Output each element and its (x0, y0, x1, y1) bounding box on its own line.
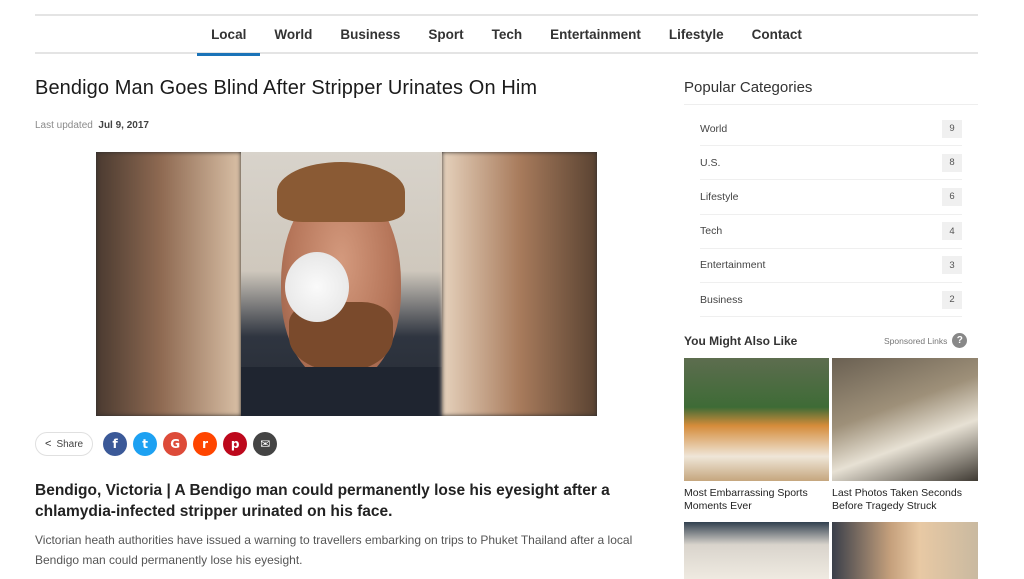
category-count: 2 (942, 290, 962, 309)
email-icon[interactable]: ✉ (253, 432, 278, 456)
photo-eye-patch (285, 252, 349, 322)
category-count: 4 (942, 222, 962, 241)
hero-blur-left (96, 152, 241, 416)
nav-item-business[interactable]: Business (326, 16, 414, 54)
article-body: Victorian heath authorities have issued … (35, 533, 633, 567)
category-label: Lifestyle (700, 190, 739, 203)
twitter-icon[interactable]: t (133, 432, 158, 456)
facebook-icon[interactable]: f (103, 432, 128, 456)
article-title: Bendigo Man Goes Blind After Stripper Ur… (35, 77, 538, 99)
category-label: World (700, 122, 728, 135)
recommend-thumb-4[interactable] (832, 522, 978, 579)
nav-item-contact[interactable]: Contact (738, 16, 816, 54)
pinterest-icon[interactable]: p (223, 432, 248, 456)
reddit-icon[interactable]: r (193, 432, 218, 456)
hero-blur-right (442, 152, 597, 416)
category-label: Entertainment (700, 259, 766, 272)
recommend-thumb-3[interactable] (684, 522, 829, 579)
share-icon: < (45, 438, 52, 450)
category-count: 6 (942, 187, 962, 206)
nav-item-world[interactable]: World (260, 16, 326, 54)
recommend-thumb-2[interactable] (832, 358, 978, 481)
category-item[interactable]: Entertainment 3 (700, 249, 962, 283)
category-item[interactable]: U.S. 8 (700, 146, 962, 181)
sponsored-label: Sponsored Links (884, 335, 948, 346)
main-nav: Local World Business Sport Tech Entertainment… (35, 16, 978, 56)
category-count: 9 (942, 119, 962, 138)
recommend-thumb-1[interactable] (684, 358, 829, 481)
last-updated-label: Last updated (35, 120, 93, 131)
category-label: U.S. (700, 156, 721, 169)
article-hero-image (96, 152, 597, 416)
article-meta: Last updated Jul 9, 2017 (35, 120, 149, 131)
share-bar: < Share f t Gr p ✉ (35, 432, 278, 456)
category-label: Tech (700, 225, 723, 238)
nav-item-sport[interactable]: Sport (414, 16, 477, 54)
nav-item-lifestyle[interactable]: Lifestyle (655, 16, 738, 54)
article-lead: Bendigo, Victoria | A Bendigo man could … (35, 482, 610, 520)
category-item[interactable]: Lifestyle 6 (700, 180, 962, 215)
nav-item-local[interactable]: Local (197, 16, 261, 56)
photo-hair (277, 162, 405, 222)
you-might-also-like-title: You Might Also Like (684, 334, 798, 348)
sponsored-links[interactable]: Sponsored Links ? (884, 333, 968, 348)
category-list: World 9 U.S. 8 Lifestyle 6 Tech 4 Entertainment 3… (700, 112, 962, 318)
category-item[interactable]: Business 2 (700, 283, 962, 318)
sidebar-divider (684, 104, 978, 105)
category-item[interactable]: Tech 4 (700, 215, 962, 249)
category-count: 8 (942, 153, 962, 172)
share-label: Share (56, 438, 84, 450)
nav-item-entertainment[interactable]: Entertainment (536, 16, 655, 54)
category-item[interactable]: World 9 (700, 112, 962, 147)
photo-shirt (241, 367, 442, 416)
category-label: Business (700, 293, 743, 306)
recommend-caption-1[interactable]: Most Embarrassing Sports Moments Ever (684, 487, 829, 513)
last-updated-date: Jul 9, 2017 (98, 120, 149, 131)
nav-item-tech[interactable]: Tech (478, 16, 537, 54)
google-icon[interactable]: G (163, 432, 188, 456)
share-button[interactable]: < Share (35, 432, 94, 456)
hero-photo (241, 152, 442, 416)
category-count: 3 (942, 256, 962, 275)
recommend-caption-2[interactable]: Last Photos Taken Seconds Before Tragedy… (832, 487, 978, 513)
popular-categories-title: Popular Categories (684, 79, 813, 96)
help-icon[interactable]: ? (952, 333, 968, 348)
